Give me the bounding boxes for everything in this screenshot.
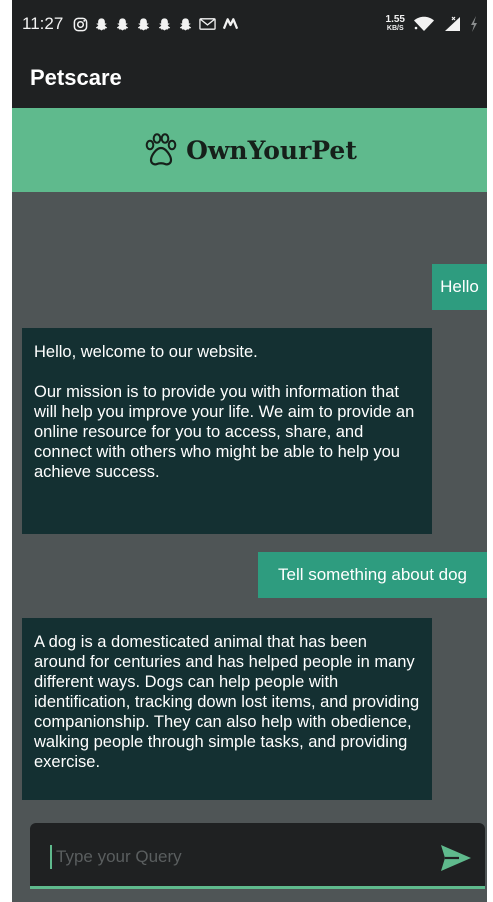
bot-message: A dog is a domesticated animal that has … bbox=[22, 618, 432, 800]
snapchat-icon bbox=[180, 17, 192, 30]
signal-icon bbox=[445, 16, 460, 31]
snapchat-icon bbox=[96, 17, 108, 30]
network-speed: 1.55 KB/S bbox=[386, 15, 405, 33]
brand-banner: OwnYourPet bbox=[12, 108, 487, 192]
wifi-icon bbox=[414, 16, 434, 31]
m-app-icon bbox=[223, 18, 239, 30]
battery-charging-icon bbox=[471, 16, 477, 32]
send-icon[interactable] bbox=[439, 843, 473, 873]
snapchat-icon bbox=[159, 17, 171, 30]
snapchat-icon bbox=[117, 17, 129, 30]
speed-unit: KB/S bbox=[386, 25, 404, 32]
query-input[interactable] bbox=[54, 841, 428, 873]
user-message: Hello bbox=[432, 264, 487, 310]
notification-icons bbox=[73, 17, 239, 32]
text-cursor bbox=[50, 845, 52, 869]
status-right: 1.55 KB/S bbox=[386, 15, 479, 33]
bot-message: Hello, welcome to our website. Our missi… bbox=[22, 328, 432, 534]
instagram-icon bbox=[73, 17, 88, 31]
phone-screen: 11:27 1.55 KB/S Petscare OwnYourPet Hell… bbox=[12, 0, 487, 902]
brand-name: OwnYourPet bbox=[186, 135, 357, 165]
status-time: 11:27 bbox=[22, 14, 64, 33]
snapchat-icon bbox=[138, 17, 150, 30]
app-title: Petscare bbox=[30, 65, 122, 90]
composer-bar bbox=[30, 823, 485, 889]
paw-icon bbox=[145, 133, 177, 166]
user-message: Tell something about dog bbox=[258, 552, 487, 598]
brand-logo: OwnYourPet bbox=[142, 133, 357, 167]
app-bar: Petscare bbox=[12, 48, 487, 108]
status-bar: 11:27 1.55 KB/S bbox=[12, 0, 487, 48]
gmail-icon bbox=[199, 18, 216, 30]
speed-value: 1.55 bbox=[385, 14, 405, 25]
